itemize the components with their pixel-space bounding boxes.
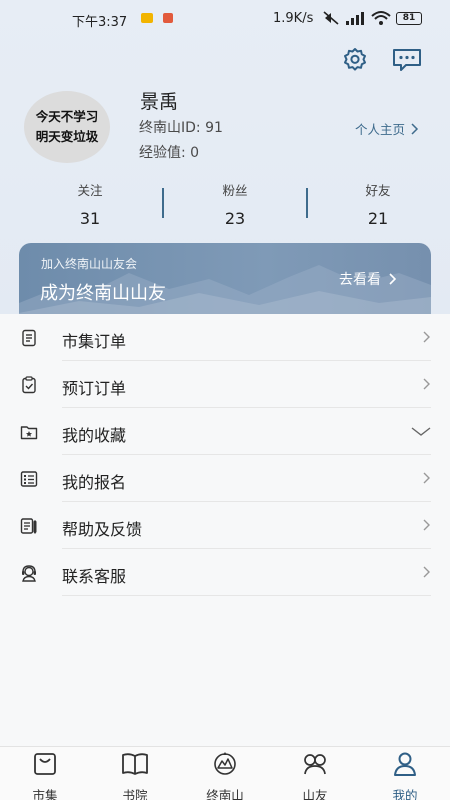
feedback-edit-icon [20, 518, 37, 534]
chevron-down-icon [411, 427, 431, 436]
booking-clipboard-icon [22, 376, 36, 394]
tab-label: 市集 [32, 788, 58, 800]
menu-item-label: 帮助及反馈 [62, 520, 143, 539]
tab-mine[interactable]: 我的 [373, 751, 437, 800]
user-name: 景禹 [140, 91, 179, 113]
stat-fans-label: 粉丝 [222, 183, 248, 198]
network-speed: 1.9K/s [273, 11, 314, 26]
chevron-right-icon [423, 378, 430, 390]
chevron-right-icon [423, 519, 430, 531]
tab-friends[interactable]: 山友 [283, 751, 347, 800]
favorite-folder-icon [20, 426, 38, 440]
tab-label: 终南山 [206, 788, 244, 800]
stat-fans[interactable]: 粉丝 23 [185, 180, 285, 228]
banner-go-button[interactable]: 去看看 [339, 269, 397, 289]
banner-go-label: 去看看 [339, 272, 381, 288]
tab-label: 山友 [302, 788, 328, 800]
stat-friends[interactable]: 好友 21 [328, 180, 428, 228]
menu-item-help-feedback[interactable]: 帮助及反馈 [0, 502, 450, 549]
chevron-right-icon [411, 122, 419, 135]
tab-label: 我的 [392, 788, 418, 800]
chevron-right-icon [423, 331, 430, 343]
friends-icon [304, 754, 326, 775]
menu-item-label: 我的收藏 [62, 426, 127, 445]
menu-item-market-orders[interactable]: 市集订单 [0, 314, 450, 361]
menu-list: 市集订单 预订订单 我的收藏 我的报名 帮助及反馈 联系客服 [0, 314, 450, 748]
book-icon [122, 753, 148, 775]
market-bag-icon [34, 753, 56, 775]
status-time: 下午3:37 [72, 15, 128, 30]
stat-fans-value: 23 [224, 209, 246, 228]
signal-icon [346, 12, 364, 25]
chevron-right-icon [389, 273, 397, 285]
mute-icon [323, 11, 339, 25]
banner-title: 成为终南山山友 [40, 283, 166, 304]
chevron-right-icon [423, 566, 430, 578]
stat-following-value: 31 [79, 209, 101, 228]
mountain-emblem-icon [214, 752, 236, 775]
stat-divider [162, 188, 164, 218]
menu-item-favorites[interactable]: 我的收藏 [0, 408, 450, 455]
wifi-icon [371, 11, 391, 25]
stat-friends-label: 好友 [365, 183, 391, 198]
tab-market[interactable]: 市集 [13, 751, 77, 800]
menu-item-booking-orders[interactable]: 预订订单 [0, 361, 450, 408]
messages-button[interactable] [390, 43, 424, 77]
menu-item-label: 市集订单 [62, 332, 127, 351]
chat-bubble-icon [393, 49, 421, 71]
menu-item-label: 联系客服 [62, 567, 127, 586]
stat-divider [306, 188, 308, 218]
menu-item-my-signups[interactable]: 我的报名 [0, 455, 450, 502]
signup-list-icon [20, 471, 38, 487]
gear-icon [344, 48, 366, 71]
settings-button[interactable] [338, 43, 372, 77]
tab-academy[interactable]: 书院 [103, 751, 167, 800]
battery-indicator: 81 [396, 12, 422, 25]
user-id: 终南山ID: 91 [139, 120, 223, 136]
user-experience: 经验值: 0 [139, 145, 200, 161]
personal-homepage-label: 个人主页 [355, 122, 406, 137]
menu-item-label: 我的报名 [62, 473, 127, 492]
order-doc-icon [22, 329, 36, 347]
menu-item-label: 预订订单 [62, 379, 127, 398]
user-icon [394, 752, 416, 776]
status-bar: 下午3:37 1.9K/s 81 [0, 0, 450, 38]
avatar-text-line1: 今天不学习 [35, 109, 99, 124]
avatar[interactable]: 今天不学习 明天变垃圾 [24, 91, 110, 163]
stat-following[interactable]: 关注 31 [40, 180, 140, 228]
avatar-text-line2: 明天变垃圾 [35, 129, 99, 144]
stat-following-label: 关注 [77, 183, 103, 198]
notification-icon [141, 13, 153, 23]
banner-subtitle: 加入终南山山友会 [41, 257, 138, 271]
tab-zhongnanshan[interactable]: 终南山 [193, 751, 257, 800]
app-notification-icon [163, 13, 173, 23]
join-club-banner[interactable]: 加入终南山山友会 成为终南山山友 去看看 [19, 243, 431, 319]
item-divider [62, 595, 431, 596]
chevron-right-icon [423, 472, 430, 484]
menu-item-contact-service[interactable]: 联系客服 [0, 549, 450, 596]
customer-service-icon [22, 565, 36, 582]
stat-friends-value: 21 [367, 209, 389, 228]
bottom-tab-bar: 市集 书院 终南山 山友 我的 [0, 746, 450, 800]
personal-homepage-link[interactable]: 个人主页 [355, 119, 419, 138]
tab-label: 书院 [122, 788, 148, 800]
